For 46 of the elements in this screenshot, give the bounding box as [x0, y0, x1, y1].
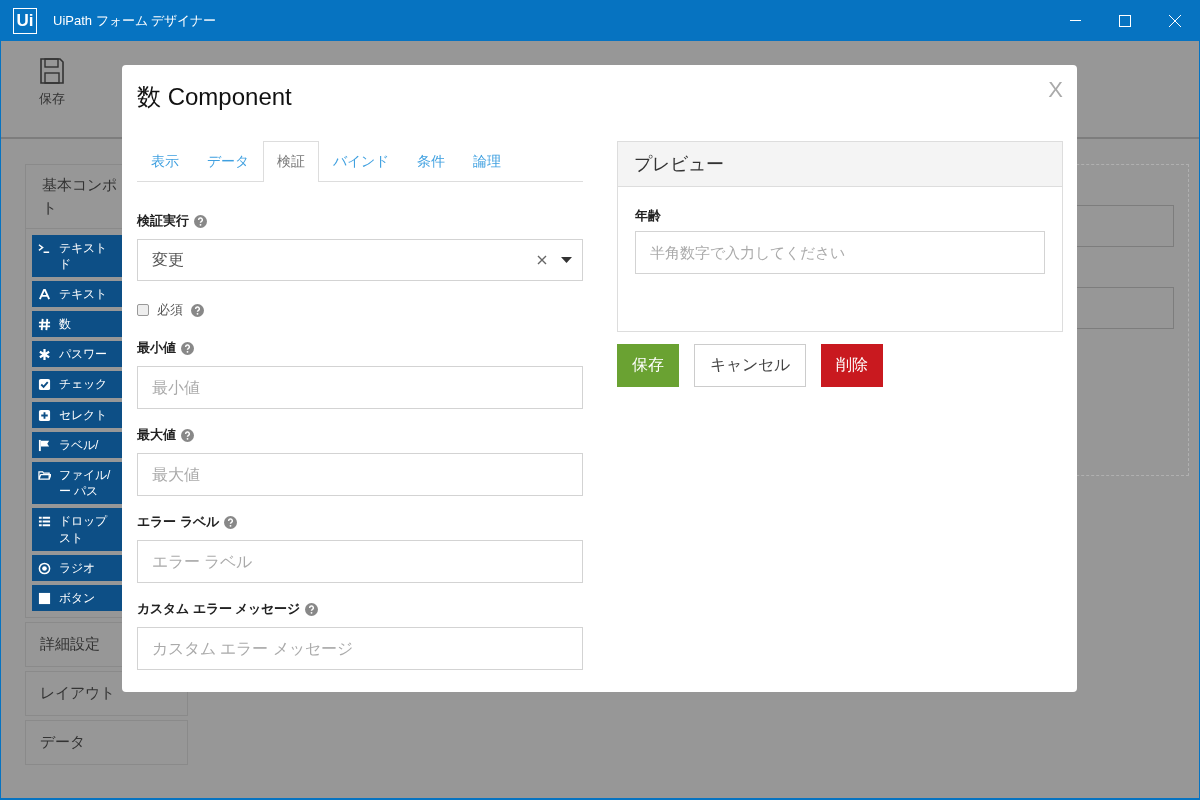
tab[interactable]: 検証 — [263, 141, 319, 182]
input-field[interactable]: 最大値 — [137, 453, 583, 496]
help-icon — [191, 303, 204, 317]
input-field[interactable]: 半角数字で入力してください — [635, 231, 1045, 274]
window-title: UiPath フォーム デザイナー — [53, 11, 217, 30]
cancel-button[interactable]: キャンセル — [694, 344, 806, 387]
close-icon[interactable] — [1169, 14, 1181, 27]
plus-icon — [38, 408, 51, 422]
input-field[interactable]: エラー ラベル — [137, 540, 583, 583]
check-icon — [38, 378, 51, 392]
square-icon — [38, 591, 51, 605]
field-label: 最小値 — [137, 339, 176, 357]
app-logo: Ui — [13, 7, 37, 34]
asterisk-icon — [38, 348, 51, 362]
tab[interactable]: 表示 — [137, 141, 193, 182]
help-icon — [194, 214, 207, 228]
input-field[interactable]: カスタム エラー メッセージ — [137, 627, 583, 670]
list-icon — [38, 515, 51, 529]
letter-icon — [38, 287, 51, 301]
field-label: 検証実行 — [137, 212, 189, 230]
help-icon — [223, 515, 237, 529]
folder-icon — [38, 469, 51, 482]
save-button[interactable]: 保存 — [39, 58, 65, 108]
help-icon — [305, 602, 319, 616]
radio-icon — [38, 561, 51, 575]
field-label: 年齢 — [635, 207, 662, 225]
hash-icon — [38, 318, 51, 332]
preview-title: プレビュー — [618, 142, 1062, 187]
dialog-title: 数 Component — [137, 82, 292, 112]
select-field[interactable]: 変更 — [137, 239, 583, 281]
sidebar-panel[interactable]: データ — [25, 720, 188, 766]
terminal-icon — [38, 241, 51, 255]
help-icon — [181, 428, 194, 442]
tab[interactable]: 論理 — [459, 141, 515, 182]
clear-icon[interactable] — [537, 255, 547, 265]
minimize-icon[interactable] — [1069, 19, 1081, 22]
delete-button[interactable]: 削除 — [821, 344, 883, 387]
caret-icon[interactable] — [561, 257, 572, 263]
save-button[interactable]: 保存 — [617, 344, 679, 387]
checkbox[interactable] — [137, 304, 149, 316]
tab[interactable]: 条件 — [403, 141, 459, 182]
tab[interactable]: バインド — [319, 141, 403, 182]
maximize-icon[interactable] — [1119, 14, 1131, 27]
flag-icon — [38, 438, 51, 452]
input-field[interactable]: 最小値 — [137, 366, 583, 409]
help-icon — [181, 341, 194, 355]
